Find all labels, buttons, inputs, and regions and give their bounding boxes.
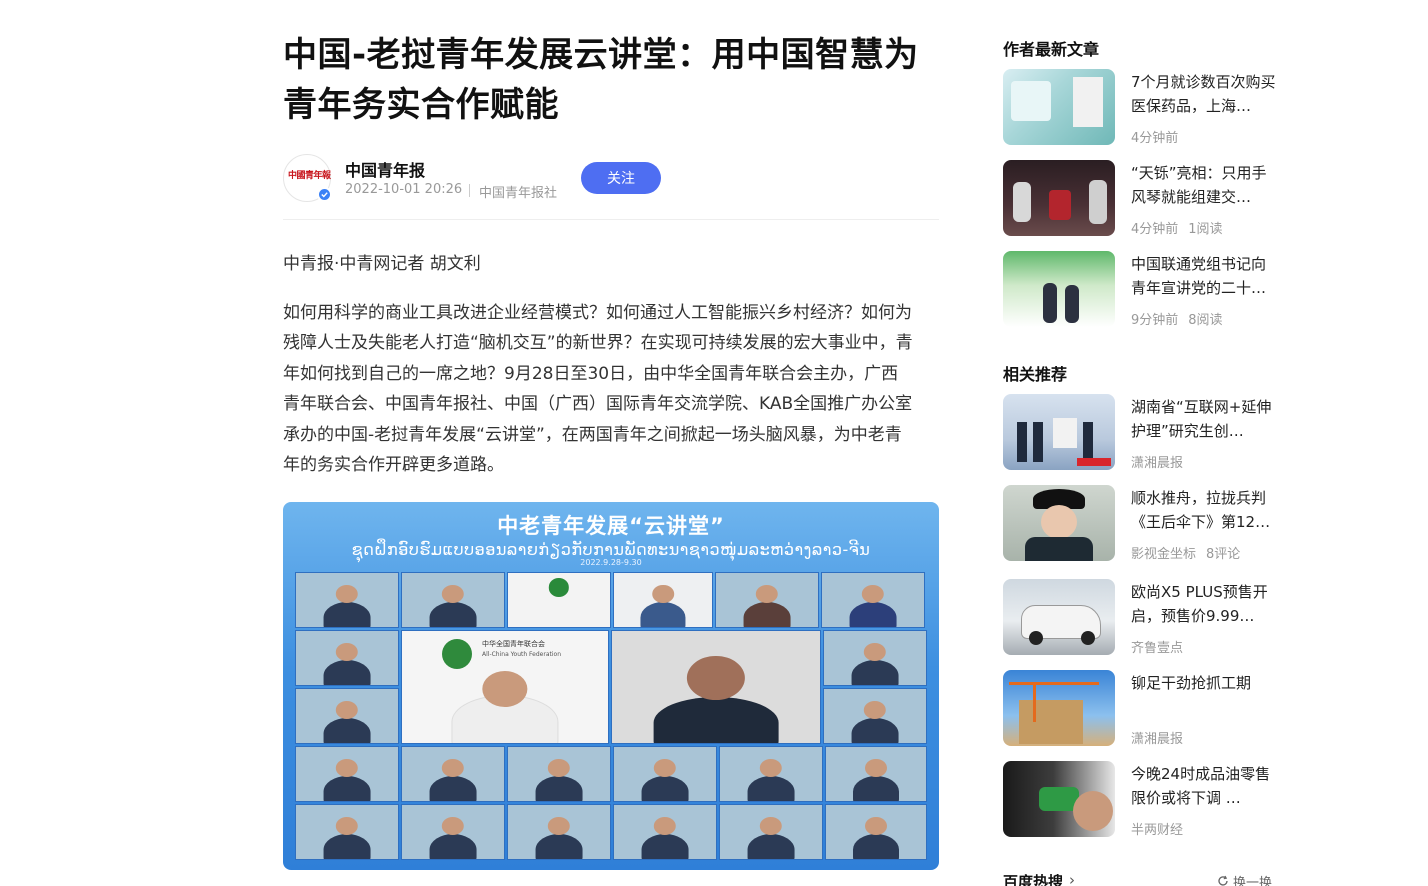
- video-tile: [507, 746, 611, 802]
- author-name[interactable]: 中国青年报: [345, 157, 425, 181]
- article-title: 中国-老挝青年发展云讲堂：用中国智慧为青年务实合作赋能: [283, 35, 919, 125]
- verified-icon: [317, 187, 332, 202]
- image-title: 中老青年发展“云讲堂”: [497, 514, 725, 538]
- card-title[interactable]: 顺水推舟，拉拢兵判《王后伞下》第12…: [1131, 486, 1279, 534]
- video-tile: [613, 746, 717, 802]
- video-tile: [295, 804, 399, 860]
- video-tile: [295, 746, 399, 802]
- card-time: 9分钟前: [1131, 313, 1179, 328]
- chevron-right-icon[interactable]: ›: [1069, 871, 1075, 886]
- article-byline: 中青报·中青网记者 胡文利: [283, 254, 481, 274]
- card-source: 潇湘晨报: [1131, 456, 1184, 471]
- video-tile: [613, 804, 717, 860]
- video-tile: [825, 804, 927, 860]
- author-logo: 中國青年報: [288, 171, 331, 181]
- author-row: 中國青年報 中国青年报 2022-10-01 20:26 中国青年报社 关注: [283, 154, 939, 220]
- card-comments: 8评论: [1206, 547, 1241, 562]
- follow-button[interactable]: 关注: [581, 162, 661, 194]
- card-reads: 8阅读: [1188, 313, 1223, 328]
- meta-divider: [469, 184, 470, 197]
- author-avatar[interactable]: 中國青年報: [283, 154, 332, 202]
- card-time: 4分钟前: [1131, 222, 1179, 237]
- card-source: 潇湘晨报: [1131, 732, 1184, 747]
- image-date: 2022.9.28-9.30: [580, 558, 642, 567]
- card-source: 影视金坐标: [1131, 547, 1197, 562]
- publish-source: 中国青年报社: [479, 186, 558, 201]
- video-tile: [507, 572, 611, 628]
- author-article-card[interactable]: 7个月就诊数百次购买医保药品，上海… 4分钟前: [1003, 69, 1283, 146]
- card-meta: 齐鲁壹点: [1131, 637, 1183, 656]
- card-meta: 影视金坐标 8评论: [1131, 543, 1240, 562]
- video-tile: [295, 688, 399, 744]
- video-tile: [295, 630, 399, 686]
- article-image[interactable]: 中老青年发展“云讲堂” ຊຸດຝຶກອົບຮົມແບບອອນລາຍກ່ຽວກັບ…: [283, 502, 939, 870]
- video-tile: [825, 746, 927, 802]
- article-thumbnail[interactable]: [1003, 394, 1115, 470]
- related-card[interactable]: 顺水推舟，拉拢兵判《王后伞下》第12… 影视金坐标 8评论: [1003, 485, 1283, 562]
- video-tile: [613, 572, 713, 628]
- video-tile: [715, 572, 819, 628]
- hot-search-heading[interactable]: 百度热搜: [1003, 871, 1063, 886]
- article-thumbnail[interactable]: [1003, 485, 1115, 561]
- video-tile: [719, 804, 823, 860]
- video-tile: [401, 804, 505, 860]
- card-title[interactable]: 7个月就诊数百次购买医保药品，上海…: [1131, 70, 1279, 118]
- acyf-label-en: All-China Youth Federation: [482, 651, 562, 658]
- image-subtitle: ຊຸດຝຶກອົບຮົມແບບອອນລາຍກ່ຽວກັບການພັດທະນາຊາ…: [351, 540, 871, 559]
- article-thumbnail[interactable]: [1003, 69, 1115, 145]
- article-thumbnail[interactable]: [1003, 160, 1115, 236]
- card-reads: 1阅读: [1188, 222, 1223, 237]
- related-card[interactable]: 欧尚X5 PLUS预售开启，预售价9.99… 齐鲁壹点: [1003, 579, 1283, 656]
- refresh-button[interactable]: 换一换: [1217, 872, 1272, 886]
- card-title[interactable]: 中国联通党组书记向青年宣讲党的二十…: [1131, 252, 1279, 300]
- card-title[interactable]: 湖南省“互联网+延伸护理”研究生创…: [1131, 395, 1279, 443]
- card-source: 半两财经: [1131, 823, 1184, 838]
- card-title[interactable]: 铆足干劲抢抓工期: [1131, 671, 1279, 695]
- card-meta: 4分钟前 1阅读: [1131, 218, 1223, 237]
- video-tile: [821, 572, 925, 628]
- author-latest-heading: 作者最新文章: [1003, 40, 1100, 59]
- video-tile: [507, 804, 611, 860]
- article: 中国-老挝青年发展云讲堂：用中国智慧为青年务实合作赋能 中國青年報 中国青年报 …: [283, 30, 939, 870]
- refresh-label: 换一换: [1233, 876, 1273, 886]
- card-title[interactable]: “天铄”亮相：只用手风琴就能组建交…: [1131, 161, 1279, 209]
- acyf-label-cn: 中华全国青年联合会: [482, 640, 545, 648]
- article-thumbnail[interactable]: [1003, 251, 1115, 327]
- related-heading: 相关推荐: [1003, 365, 1068, 384]
- author-article-card[interactable]: 中国联通党组书记向青年宣讲党的二十… 9分钟前 8阅读: [1003, 251, 1283, 328]
- video-tile: [719, 746, 823, 802]
- card-meta: 潇湘晨报: [1131, 728, 1183, 747]
- video-tile: [295, 572, 399, 628]
- video-tile: [823, 688, 927, 744]
- refresh-icon: [1217, 875, 1229, 886]
- video-tile: [401, 746, 505, 802]
- video-tile: [823, 630, 927, 686]
- card-meta: 半两财经: [1131, 819, 1183, 838]
- related-card[interactable]: 今晚24时成品油零售限价或将下调 … 半两财经: [1003, 761, 1283, 838]
- card-meta: 潇湘晨报: [1131, 452, 1183, 471]
- card-meta: 9分钟前 8阅读: [1131, 309, 1223, 328]
- video-tile: [401, 572, 505, 628]
- card-meta: 4分钟前: [1131, 127, 1178, 146]
- article-paragraph: 如何用科学的商业工具改进企业经营模式？如何通过人工智能振兴乡村经济？如何为残障人…: [283, 303, 913, 476]
- publish-time: 2022-10-01 20:26: [345, 182, 463, 197]
- card-source: 齐鲁壹点: [1131, 641, 1184, 656]
- article-thumbnail[interactable]: [1003, 761, 1115, 837]
- related-card[interactable]: 湖南省“互联网+延伸护理”研究生创… 潇湘晨报: [1003, 394, 1283, 471]
- video-tile-speaker: 中华全国青年联合会 All-China Youth Federation: [401, 630, 609, 744]
- article-thumbnail[interactable]: [1003, 579, 1115, 655]
- card-title[interactable]: 欧尚X5 PLUS预售开启，预售价9.99…: [1131, 580, 1279, 628]
- video-tile-speaker: [611, 630, 821, 744]
- card-title[interactable]: 今晚24时成品油零售限价或将下调 …: [1131, 762, 1279, 810]
- author-article-card[interactable]: “天铄”亮相：只用手风琴就能组建交… 4分钟前 1阅读: [1003, 160, 1283, 237]
- card-time: 4分钟前: [1131, 131, 1179, 146]
- article-thumbnail[interactable]: [1003, 670, 1115, 746]
- related-card[interactable]: 铆足干劲抢抓工期 潇湘晨报: [1003, 670, 1283, 747]
